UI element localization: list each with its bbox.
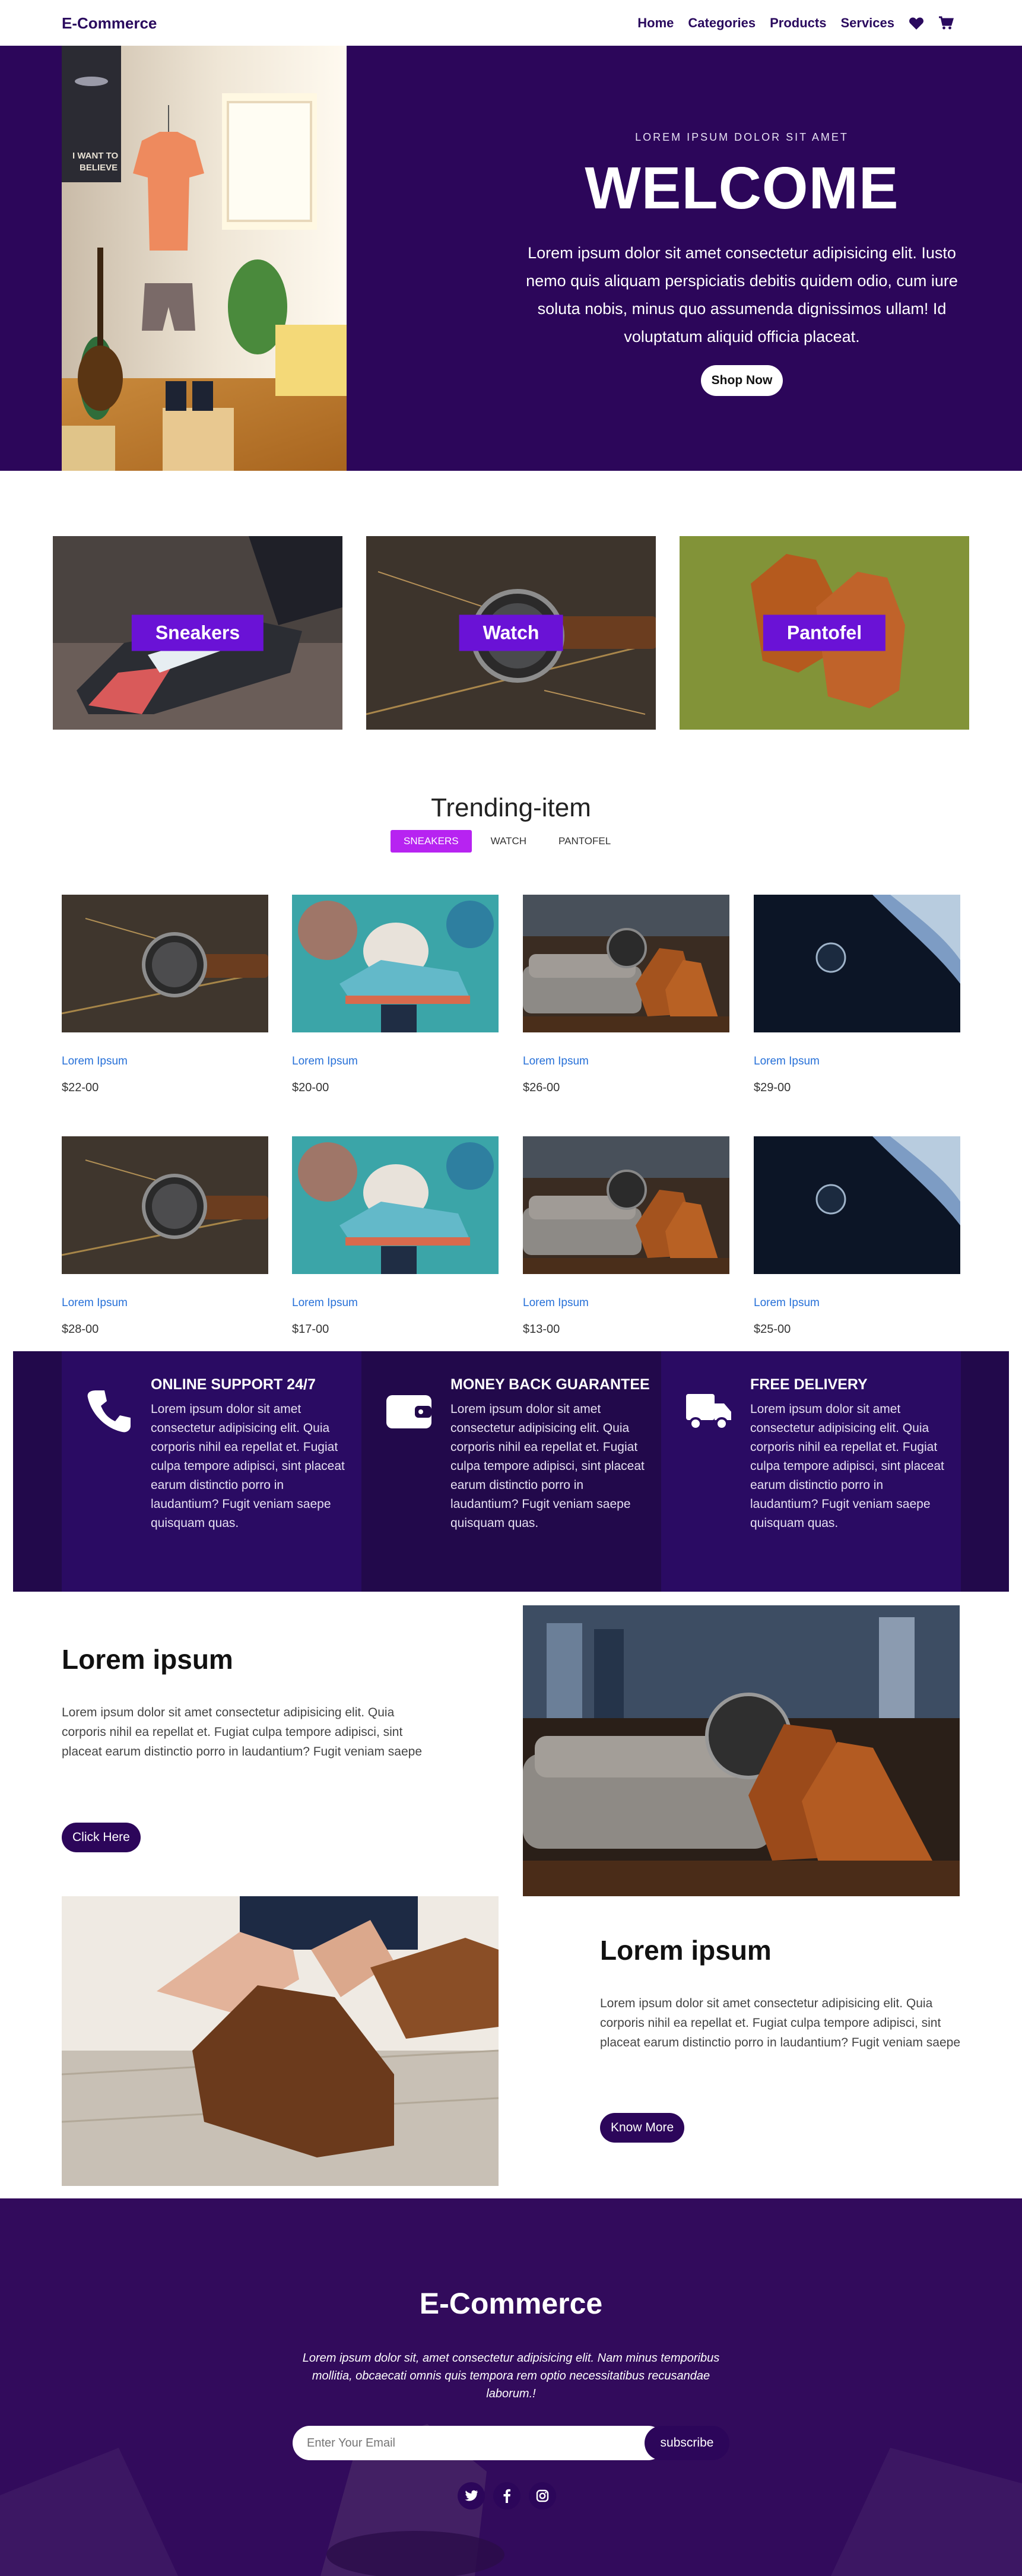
product-price: $17-00: [292, 1323, 329, 1336]
service-title: MONEY BACK GUARANTEE: [450, 1376, 650, 1393]
trending-title: Trending-item: [431, 793, 591, 822]
nav-products[interactable]: Products: [770, 15, 826, 31]
product-image-cufflink[interactable]: [754, 1136, 960, 1274]
product-card[interactable]: Lorem Ipsum $26-00: [523, 895, 729, 1095]
product-name[interactable]: Lorem Ipsum: [62, 1055, 268, 1068]
product-price: $13-00: [523, 1323, 560, 1336]
instagram-icon[interactable]: [529, 2482, 556, 2510]
social-links: [458, 2482, 556, 2510]
tab-pantofel[interactable]: PANTOFEL: [545, 830, 624, 853]
product-price: $25-00: [754, 1323, 791, 1336]
cart-icon[interactable]: [938, 16, 954, 30]
product-image-sneaker[interactable]: [292, 895, 499, 1032]
product-card[interactable]: Lorem Ipsum $17-00: [292, 1136, 499, 1336]
hero-content: LOREM IPSUM DOLOR SIT AMET WELCOME Lorem…: [510, 46, 973, 396]
brand-logo[interactable]: E-Commerce: [62, 14, 157, 33]
feature-title: Lorem ipsum: [600, 1935, 772, 1966]
svg-text:BELIEVE: BELIEVE: [80, 163, 118, 173]
product-name[interactable]: Lorem Ipsum: [523, 1297, 729, 1310]
service-description: Lorem ipsum dolor sit amet consectetur a…: [151, 1402, 345, 1530]
category-label-watch: Watch: [459, 614, 563, 651]
category-label-pantofel: Pantofel: [763, 614, 886, 651]
product-image-pantofel[interactable]: [523, 1136, 729, 1274]
navbar: E-Commerce Home Categories Products Serv…: [0, 0, 1022, 46]
product-name[interactable]: Lorem Ipsum: [754, 1297, 960, 1310]
trending-tabs: SNEAKERS WATCH PANTOFEL: [391, 830, 624, 853]
footer-title: E-Commerce: [419, 2287, 603, 2320]
nav-home[interactable]: Home: [637, 15, 674, 31]
tab-sneakers[interactable]: SNEAKERS: [391, 830, 472, 853]
service-title: ONLINE SUPPORT 24/7: [151, 1376, 316, 1393]
category-label-sneakers: Sneakers: [131, 614, 264, 651]
nav-categories[interactable]: Categories: [688, 15, 756, 31]
shop-now-button[interactable]: Shop Now: [700, 365, 783, 396]
product-price: $20-00: [292, 1081, 329, 1094]
product-image-watch[interactable]: [62, 1136, 268, 1274]
nav-services[interactable]: Services: [840, 15, 894, 31]
click-here-button[interactable]: Click Here: [62, 1823, 141, 1852]
phone-icon: [87, 1390, 131, 1433]
svg-text:I WANT TO: I WANT TO: [72, 151, 119, 161]
service-money-back: MONEY BACK GUARANTEE Lorem ipsum dolor s…: [361, 1351, 661, 1592]
heart-icon[interactable]: [909, 16, 924, 30]
product-name[interactable]: Lorem Ipsum: [754, 1055, 960, 1068]
product-price: $29-00: [754, 1081, 791, 1094]
category-card-pantofel[interactable]: Pantofel: [680, 536, 969, 730]
product-card[interactable]: Lorem Ipsum $25-00: [754, 1136, 960, 1336]
product-card[interactable]: Lorem Ipsum $22-00: [62, 895, 268, 1095]
service-description: Lorem ipsum dolor sit amet consectetur a…: [450, 1402, 645, 1530]
service-online-support: ONLINE SUPPORT 24/7 Lorem ipsum dolor si…: [62, 1351, 361, 1592]
hero-kicker: LOREM IPSUM DOLOR SIT AMET: [635, 131, 849, 143]
footer: E-Commerce Lorem ipsum dolor sit, amet c…: [0, 2198, 1022, 2576]
product-name[interactable]: Lorem Ipsum: [292, 1297, 499, 1310]
product-price: $28-00: [62, 1323, 99, 1336]
nav-links: Home Categories Products Services: [637, 15, 954, 31]
truck-icon: [686, 1394, 731, 1430]
hero-title: WELCOME: [585, 155, 899, 221]
product-name[interactable]: Lorem Ipsum: [292, 1055, 499, 1068]
service-description: Lorem ipsum dolor sit amet consectetur a…: [750, 1402, 944, 1530]
wallet-icon: [386, 1395, 431, 1428]
category-card-watch[interactable]: Watch: [366, 536, 656, 730]
services-section: ONLINE SUPPORT 24/7 Lorem ipsum dolor si…: [13, 1351, 1009, 1592]
product-price: $22-00: [62, 1081, 99, 1094]
newsletter-form: subscribe: [293, 2426, 729, 2460]
know-more-button[interactable]: Know More: [600, 2113, 685, 2143]
product-card[interactable]: Lorem Ipsum $29-00: [754, 895, 960, 1095]
twitter-icon[interactable]: [458, 2482, 485, 2510]
product-name[interactable]: Lorem Ipsum: [62, 1297, 268, 1310]
tab-watch[interactable]: WATCH: [478, 830, 539, 853]
service-title: FREE DELIVERY: [750, 1376, 868, 1393]
product-name[interactable]: Lorem Ipsum: [523, 1055, 729, 1068]
product-image-sneaker[interactable]: [292, 1136, 499, 1274]
hero-image: I WANT TO BELIEVE: [62, 46, 347, 471]
product-card[interactable]: Lorem Ipsum $20-00: [292, 895, 499, 1095]
footer-text: Lorem ipsum dolor sit, amet consectetur …: [302, 2352, 720, 2400]
product-card[interactable]: Lorem Ipsum $13-00: [523, 1136, 729, 1336]
service-free-delivery: FREE DELIVERY Lorem ipsum dolor sit amet…: [661, 1351, 961, 1592]
email-input[interactable]: [293, 2426, 665, 2460]
product-image-watch[interactable]: [62, 895, 268, 1032]
subscribe-button[interactable]: subscribe: [645, 2426, 729, 2460]
feature-description: Lorem ipsum dolor sit amet consectetur a…: [600, 1997, 961, 2049]
product-card[interactable]: Lorem Ipsum $28-00: [62, 1136, 268, 1336]
hero-description: Lorem ipsum dolor sit amet consectetur a…: [526, 244, 958, 346]
feature-image-tying-shoe: [62, 1896, 499, 2186]
category-card-sneakers[interactable]: Sneakers: [53, 536, 342, 730]
product-image-pantofel[interactable]: [523, 895, 729, 1032]
feature-image-shoes: [523, 1605, 960, 1896]
feature-description: Lorem ipsum dolor sit amet consectetur a…: [62, 1706, 423, 1758]
product-image-cufflink[interactable]: [754, 895, 960, 1032]
facebook-icon[interactable]: [493, 2482, 520, 2510]
hero-banner: I WANT TO BELIEVE LOREM IPSUM DOLOR SIT …: [0, 46, 1022, 471]
product-price: $26-00: [523, 1081, 560, 1094]
feature-title: Lorem ipsum: [62, 1644, 233, 1675]
